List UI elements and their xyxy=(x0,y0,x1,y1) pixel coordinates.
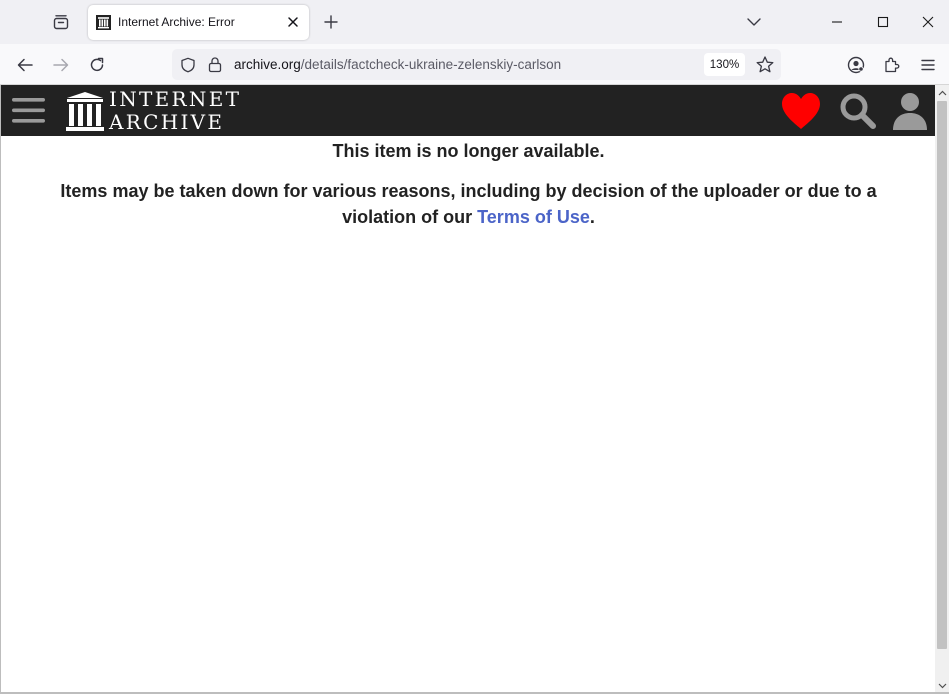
error-description-end: . xyxy=(589,207,595,227)
search-icon[interactable] xyxy=(839,92,877,130)
chevron-down-icon xyxy=(938,683,946,689)
lock-icon[interactable] xyxy=(207,56,223,73)
back-button[interactable] xyxy=(12,52,38,78)
close-icon xyxy=(922,16,934,28)
tab-list-button[interactable] xyxy=(45,6,77,38)
internet-archive-logo-icon[interactable] xyxy=(65,90,105,132)
minimize-icon xyxy=(832,21,842,23)
arrow-right-icon xyxy=(53,58,69,72)
account-icon xyxy=(847,56,865,74)
shield-icon[interactable] xyxy=(180,57,196,73)
error-title: This item is no longer available. xyxy=(332,141,605,161)
tab-list-icon xyxy=(53,15,69,30)
reload-icon xyxy=(90,57,104,72)
arrow-left-icon xyxy=(17,58,33,72)
url-host: archive.org xyxy=(234,57,301,72)
plus-icon xyxy=(324,15,338,29)
user-icon[interactable] xyxy=(891,91,929,131)
extensions-button[interactable] xyxy=(880,53,904,77)
vertical-scrollbar[interactable] xyxy=(935,85,949,694)
tab-strip: Internet Archive: Error xyxy=(0,0,949,44)
maximize-icon xyxy=(877,16,889,28)
star-icon[interactable] xyxy=(755,55,775,75)
error-description-text: Items may be taken down for various reas… xyxy=(60,181,877,227)
terms-of-use-link[interactable]: Terms of Use xyxy=(477,207,590,227)
heart-icon[interactable] xyxy=(780,91,822,131)
forward-button[interactable] xyxy=(48,52,74,78)
page-viewport: INTERNET ARCHIVE This item is no longer … xyxy=(0,85,936,694)
navigation-toolbar: archive.org/details/factcheck-ukraine-ze… xyxy=(0,44,949,85)
account-button[interactable] xyxy=(844,53,868,77)
tab-close-button[interactable] xyxy=(285,14,301,30)
site-header: INTERNET ARCHIVE xyxy=(1,85,936,136)
scroll-up-button[interactable] xyxy=(935,85,949,101)
new-tab-button[interactable] xyxy=(318,9,344,35)
reload-button[interactable] xyxy=(84,52,110,78)
hamburger-menu-icon xyxy=(921,59,935,71)
minimize-window-button[interactable] xyxy=(823,8,851,36)
logo-text-archive[interactable]: ARCHIVE xyxy=(109,112,224,132)
hamburger-menu-icon[interactable] xyxy=(12,96,45,125)
logo-text-internet[interactable]: INTERNET xyxy=(109,89,241,109)
puzzle-icon xyxy=(885,57,900,73)
internet-archive-favicon-icon xyxy=(96,15,111,30)
tab-title: Internet Archive: Error xyxy=(118,15,235,29)
url-text[interactable]: archive.org/details/factcheck-ukraine-ze… xyxy=(234,57,561,72)
active-tab[interactable]: Internet Archive: Error xyxy=(88,5,309,40)
close-window-button[interactable] xyxy=(914,8,942,36)
chevron-down-icon xyxy=(747,18,761,26)
chevron-up-icon xyxy=(938,90,946,96)
error-description: Items may be taken down for various reas… xyxy=(41,178,896,230)
url-path: /details/factcheck-ukraine-zelenskiy-car… xyxy=(300,57,562,72)
zoom-level-button[interactable]: 130% xyxy=(704,53,745,76)
list-all-tabs-button[interactable] xyxy=(742,10,766,34)
app-menu-button[interactable] xyxy=(916,53,940,77)
address-bar[interactable]: archive.org/details/factcheck-ukraine-ze… xyxy=(172,49,781,80)
scrollbar-thumb[interactable] xyxy=(937,101,947,649)
close-icon xyxy=(288,17,298,27)
maximize-window-button[interactable] xyxy=(869,8,897,36)
